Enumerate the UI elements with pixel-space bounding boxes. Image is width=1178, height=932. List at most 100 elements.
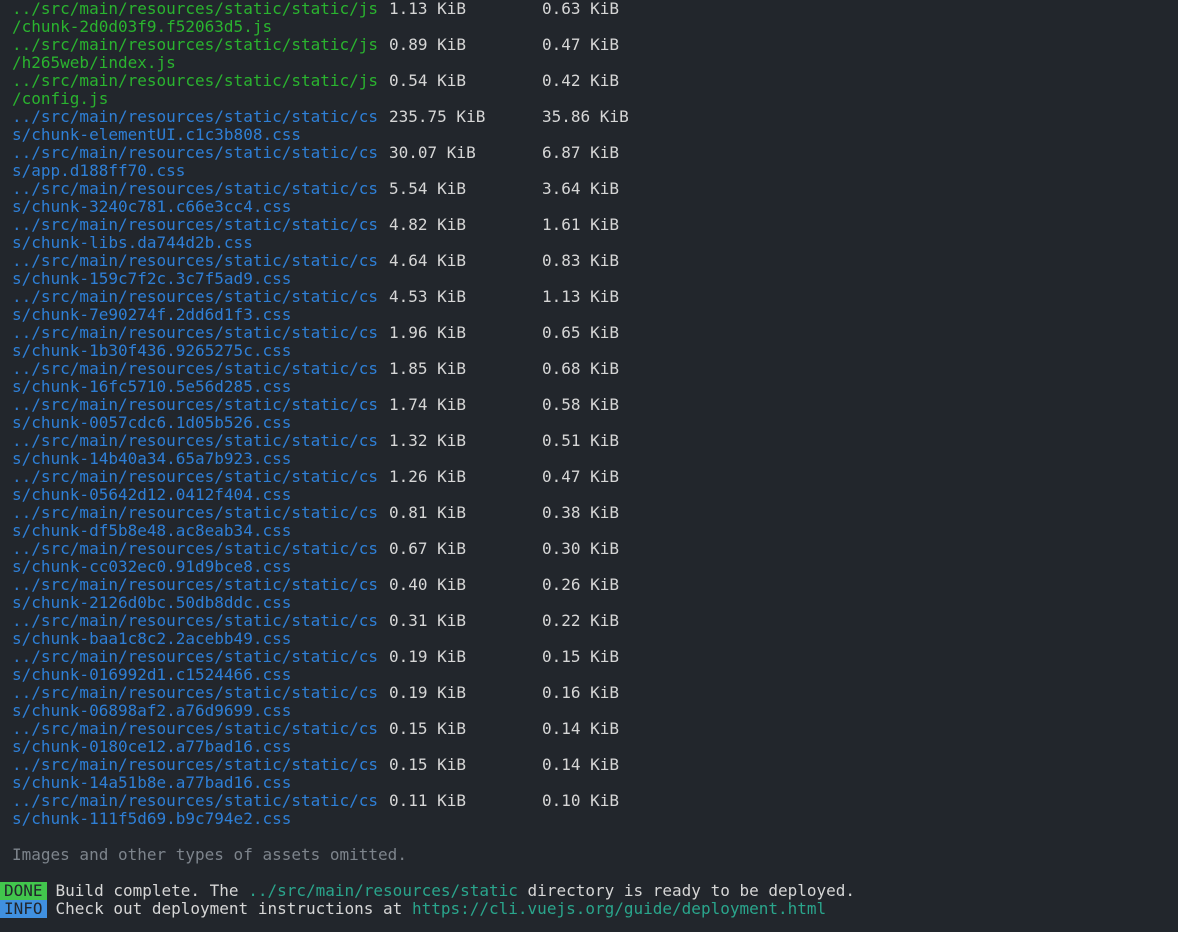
- asset-entry-line1: ../src/main/resources/static/static/cs 1…: [0, 360, 1178, 378]
- asset-entry: ../src/main/resources/static/static/cs 0…: [0, 576, 1178, 612]
- asset-entry-line1: ../src/main/resources/static/static/cs 4…: [0, 216, 1178, 234]
- asset-entry: ../src/main/resources/static/static/cs 1…: [0, 396, 1178, 432]
- asset-file-path-line1: ../src/main/resources/static/static/cs: [12, 180, 378, 198]
- asset-size: 1.74 KiB: [389, 396, 466, 414]
- asset-entry: ../src/main/resources/static/static/cs 0…: [0, 720, 1178, 756]
- asset-entry-line2: s/chunk-elementUI.c1c3b808.css: [0, 126, 1178, 144]
- asset-entry: ../src/main/resources/static/static/cs 4…: [0, 252, 1178, 288]
- asset-entry: ../src/main/resources/static/static/cs 0…: [0, 648, 1178, 684]
- asset-entry: ../src/main/resources/static/static/js 1…: [0, 0, 1178, 36]
- asset-size: 1.26 KiB: [389, 468, 466, 486]
- asset-entry-line1: ../src/main/resources/static/static/cs 3…: [0, 144, 1178, 162]
- asset-entry-line1: ../src/main/resources/static/static/cs 0…: [0, 648, 1178, 666]
- asset-entry-line1: ../src/main/resources/static/static/cs 0…: [0, 540, 1178, 558]
- asset-gzipped-size: 6.87 KiB: [542, 144, 619, 162]
- asset-entry: ../src/main/resources/static/static/cs 4…: [0, 288, 1178, 324]
- asset-size: 0.40 KiB: [389, 576, 466, 594]
- asset-entry-line2: s/chunk-16fc5710.5e56d285.css: [0, 378, 1178, 396]
- blank-line: [0, 828, 1178, 846]
- asset-gzipped-size: 0.38 KiB: [542, 504, 619, 522]
- asset-size: 1.13 KiB: [389, 0, 466, 18]
- asset-file-path-line2: s/chunk-2126d0bc.50db8ddc.css: [12, 594, 291, 612]
- asset-file-path-line2: /h265web/index.js: [12, 54, 176, 72]
- asset-file-path-line2: s/chunk-159c7f2c.3c7f5ad9.css: [12, 270, 291, 288]
- asset-size: 0.54 KiB: [389, 72, 466, 90]
- asset-size: 0.15 KiB: [389, 720, 466, 738]
- asset-file-path-line1: ../src/main/resources/static/static/cs: [12, 540, 378, 558]
- asset-file-path-line1: ../src/main/resources/static/static/js: [12, 72, 378, 90]
- asset-entry-line2: s/chunk-libs.da744d2b.css: [0, 234, 1178, 252]
- asset-entry: ../src/main/resources/static/static/js 0…: [0, 72, 1178, 108]
- asset-entry-line1: ../src/main/resources/static/static/cs 4…: [0, 288, 1178, 306]
- asset-file-path-line1: ../src/main/resources/static/static/cs: [12, 108, 378, 126]
- asset-entry-line1: ../src/main/resources/static/static/js 1…: [0, 0, 1178, 18]
- asset-file-path-line2: /config.js: [12, 90, 108, 108]
- asset-entry-line2: /h265web/index.js: [0, 54, 1178, 72]
- asset-size: 4.82 KiB: [389, 216, 466, 234]
- asset-list: ../src/main/resources/static/static/js 1…: [0, 0, 1178, 828]
- asset-entry-line2: s/app.d188ff70.css: [0, 162, 1178, 180]
- asset-entry-line1: ../src/main/resources/static/static/cs 5…: [0, 180, 1178, 198]
- asset-gzipped-size: 0.58 KiB: [542, 396, 619, 414]
- asset-entry-line1: ../src/main/resources/static/static/cs 2…: [0, 108, 1178, 126]
- asset-file-path-line2: s/chunk-14b40a34.65a7b923.css: [12, 450, 291, 468]
- asset-size: 0.11 KiB: [389, 792, 466, 810]
- asset-entry-line2: s/chunk-df5b8e48.ac8eab34.css: [0, 522, 1178, 540]
- asset-size: 5.54 KiB: [389, 180, 466, 198]
- asset-file-path-line1: ../src/main/resources/static/static/cs: [12, 432, 378, 450]
- asset-entry-line1: ../src/main/resources/static/static/js 0…: [0, 72, 1178, 90]
- asset-entry-line1: ../src/main/resources/static/static/cs 0…: [0, 756, 1178, 774]
- asset-gzipped-size: 0.15 KiB: [542, 648, 619, 666]
- asset-gzipped-size: 0.65 KiB: [542, 324, 619, 342]
- asset-entry-line1: ../src/main/resources/static/static/cs 0…: [0, 684, 1178, 702]
- asset-entry-line2: s/chunk-14a51b8e.a77bad16.css: [0, 774, 1178, 792]
- asset-file-path-line1: ../src/main/resources/static/static/cs: [12, 468, 378, 486]
- deployment-docs-link[interactable]: https://cli.vuejs.org/guide/deployment.h…: [412, 900, 826, 918]
- asset-file-path-line1: ../src/main/resources/static/static/cs: [12, 288, 378, 306]
- asset-file-path-line2: s/chunk-016992d1.c1524466.css: [12, 666, 291, 684]
- asset-gzipped-size: 0.14 KiB: [542, 756, 619, 774]
- asset-entry-line2: s/chunk-1b30f436.9265275c.css: [0, 342, 1178, 360]
- blank-line: [0, 864, 1178, 882]
- asset-file-path-line2: s/chunk-06898af2.a76d9699.css: [12, 702, 291, 720]
- asset-entry-line2: s/chunk-baa1c8c2.2acebb49.css: [0, 630, 1178, 648]
- asset-file-path-line1: ../src/main/resources/static/static/cs: [12, 396, 378, 414]
- asset-file-path-line1: ../src/main/resources/static/static/js: [12, 36, 378, 54]
- asset-file-path-line1: ../src/main/resources/static/static/cs: [12, 756, 378, 774]
- asset-entry-line1: ../src/main/resources/static/static/cs 0…: [0, 612, 1178, 630]
- asset-gzipped-size: 0.22 KiB: [542, 612, 619, 630]
- asset-size: 0.67 KiB: [389, 540, 466, 558]
- asset-gzipped-size: 0.51 KiB: [542, 432, 619, 450]
- done-text-before: Build complete. The: [56, 882, 249, 900]
- asset-entry-line2: /chunk-2d0d03f9.f52063d5.js: [0, 18, 1178, 36]
- asset-file-path-line2: s/chunk-1b30f436.9265275c.css: [12, 342, 291, 360]
- asset-entry-line1: ../src/main/resources/static/static/cs 0…: [0, 792, 1178, 810]
- asset-entry-line2: s/chunk-3240c781.c66e3cc4.css: [0, 198, 1178, 216]
- asset-file-path-line1: ../src/main/resources/static/static/cs: [12, 684, 378, 702]
- asset-entry-line2: s/chunk-14b40a34.65a7b923.css: [0, 450, 1178, 468]
- asset-size: 4.64 KiB: [389, 252, 466, 270]
- asset-gzipped-size: 0.30 KiB: [542, 540, 619, 558]
- asset-entry: ../src/main/resources/static/static/cs 3…: [0, 144, 1178, 180]
- asset-file-path-line1: ../src/main/resources/static/static/cs: [12, 216, 378, 234]
- asset-entry: ../src/main/resources/static/static/cs 0…: [0, 540, 1178, 576]
- info-badge: INFO: [0, 900, 47, 918]
- asset-entry: ../src/main/resources/static/static/cs 0…: [0, 684, 1178, 720]
- asset-gzipped-size: 0.63 KiB: [542, 0, 619, 18]
- asset-file-path-line1: ../src/main/resources/static/static/cs: [12, 504, 378, 522]
- asset-file-path-line1: ../src/main/resources/static/static/cs: [12, 576, 378, 594]
- asset-entry-line2: s/chunk-2126d0bc.50db8ddc.css: [0, 594, 1178, 612]
- asset-file-path-line1: ../src/main/resources/static/static/cs: [12, 612, 378, 630]
- asset-size: 0.15 KiB: [389, 756, 466, 774]
- asset-file-path-line2: /chunk-2d0d03f9.f52063d5.js: [12, 18, 272, 36]
- info-text-before: Check out deployment instructions at: [56, 900, 412, 918]
- asset-size: 1.85 KiB: [389, 360, 466, 378]
- asset-size: 1.96 KiB: [389, 324, 466, 342]
- asset-file-path-line2: s/chunk-0057cdc6.1d05b526.css: [12, 414, 291, 432]
- asset-entry-line2: s/chunk-159c7f2c.3c7f5ad9.css: [0, 270, 1178, 288]
- asset-entry-line2: s/chunk-cc032ec0.91d9bce8.css: [0, 558, 1178, 576]
- asset-file-path-line2: s/chunk-libs.da744d2b.css: [12, 234, 253, 252]
- asset-file-path-line2: s/chunk-16fc5710.5e56d285.css: [12, 378, 291, 396]
- asset-file-path-line2: s/chunk-7e90274f.2dd6d1f3.css: [12, 306, 291, 324]
- asset-entry-line1: ../src/main/resources/static/static/cs 0…: [0, 504, 1178, 522]
